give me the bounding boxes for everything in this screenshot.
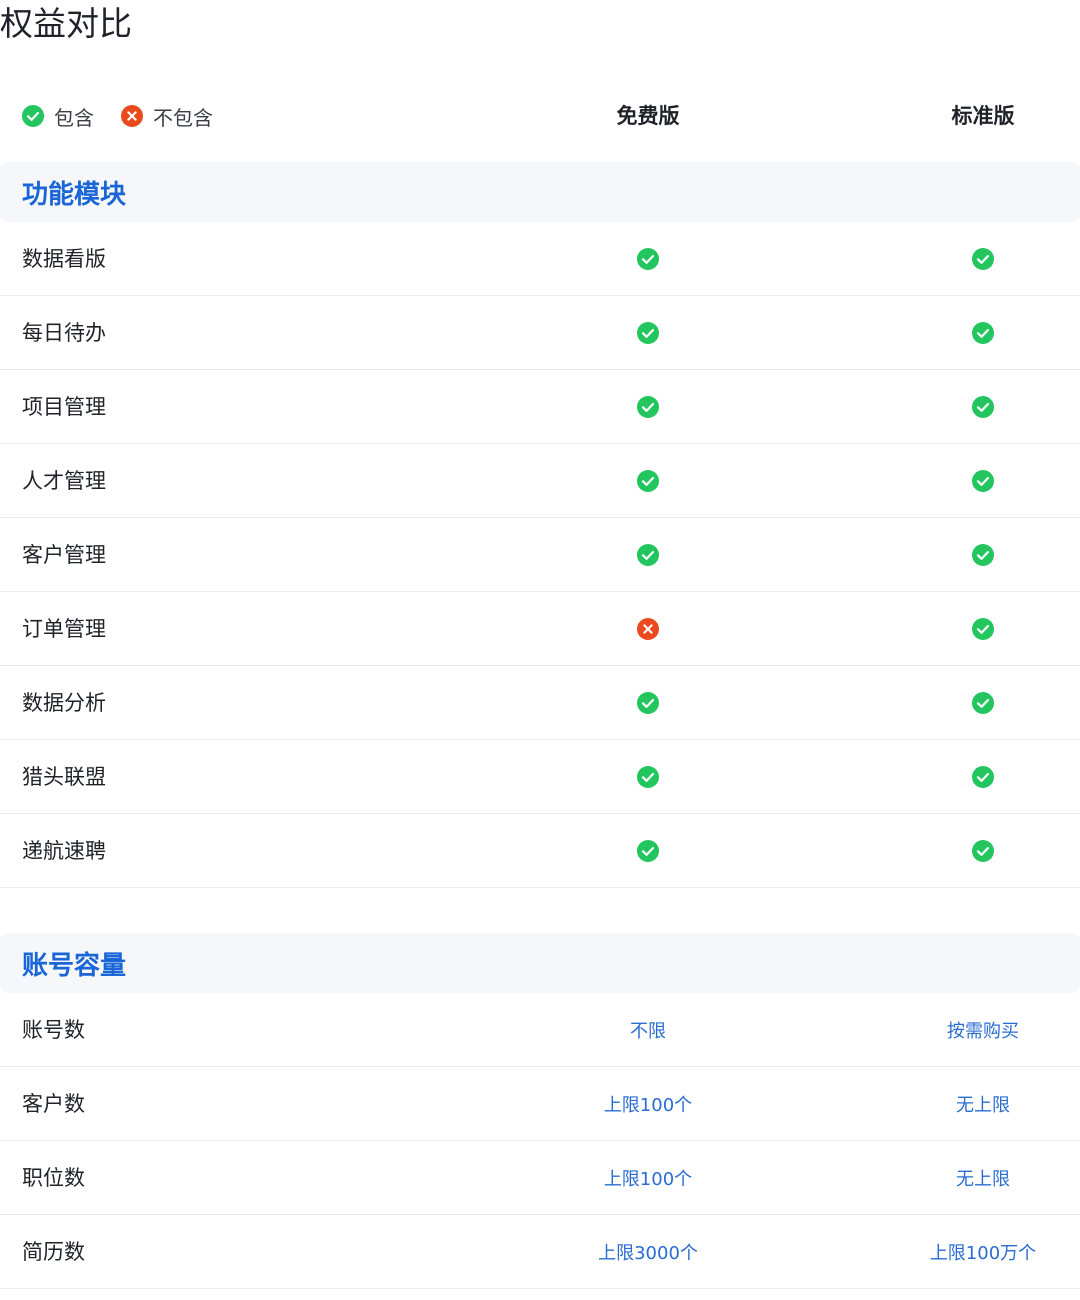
row-label: 简历数	[22, 1240, 85, 1264]
table-row: 猎头联盟	[0, 740, 1080, 814]
section-title: 账号容量	[22, 950, 127, 981]
cell-free: 不限	[528, 993, 768, 1067]
table-row: 每日待办	[0, 296, 1080, 370]
row-label: 账号数	[22, 1018, 85, 1042]
cell-free	[528, 740, 768, 814]
table-row: 项目管理	[0, 370, 1080, 444]
cell-free	[528, 370, 768, 444]
check-circle-icon	[637, 840, 659, 862]
table-row: 递航速聘	[0, 814, 1080, 888]
cell-standard: 上限100万个	[863, 1215, 1080, 1289]
row-label: 客户管理	[22, 543, 106, 567]
check-circle-icon	[637, 248, 659, 270]
cell-value: 按需购买	[947, 1021, 1019, 1042]
feature-rows: 数据看版每日待办项目管理人才管理客户管理订单管理数据分析猎头联盟递航速聘	[0, 222, 1080, 888]
table-row: 职位数 上限100个 无上限	[0, 1141, 1080, 1215]
table-row: 简历数 上限3000个 上限100万个	[0, 1215, 1080, 1289]
cell-standard	[863, 444, 1080, 518]
check-circle-icon	[972, 396, 994, 418]
row-label: 客户数	[22, 1092, 85, 1116]
cell-free: 上限100个	[528, 1067, 768, 1141]
cell-value: 上限3000个	[598, 1243, 698, 1264]
row-label: 项目管理	[22, 395, 106, 419]
check-circle-icon	[972, 322, 994, 344]
column-header-free: 免费版	[616, 104, 680, 128]
cell-standard	[863, 296, 1080, 370]
row-label: 人才管理	[22, 469, 106, 493]
cell-standard	[863, 740, 1080, 814]
check-circle-icon	[972, 248, 994, 270]
section-header: 账号容量	[0, 933, 1080, 993]
check-circle-icon	[972, 470, 994, 492]
check-circle-icon	[22, 105, 44, 127]
row-label: 递航速聘	[22, 839, 106, 863]
table-row: 账号数 不限 按需购买	[0, 993, 1080, 1067]
cell-standard	[863, 592, 1080, 666]
cell-standard	[863, 370, 1080, 444]
table-row: 客户数 上限100个 无上限	[0, 1067, 1080, 1141]
cell-value: 不限	[630, 1021, 666, 1042]
row-label: 数据看版	[22, 247, 106, 271]
capacity-rows: 账号数 不限 按需购买 客户数 上限100个 无上限 职位数 上限100个 无上限 简历数 上限30…	[0, 993, 1080, 1289]
cell-value: 无上限	[956, 1095, 1010, 1116]
cross-circle-icon	[121, 105, 143, 127]
legend-included-label: 包含	[54, 105, 94, 130]
check-circle-icon	[637, 692, 659, 714]
check-circle-icon	[637, 396, 659, 418]
row-label: 每日待办	[22, 321, 106, 345]
section-header: 功能模块	[0, 162, 1080, 222]
table-row: 数据看版	[0, 222, 1080, 296]
row-label: 职位数	[22, 1166, 85, 1190]
cell-value: 上限100个	[603, 1095, 693, 1116]
row-label: 订单管理	[22, 617, 106, 641]
cell-free	[528, 222, 768, 296]
cell-standard: 无上限	[863, 1067, 1080, 1141]
cell-free	[528, 444, 768, 518]
check-circle-icon	[972, 840, 994, 862]
check-circle-icon	[972, 618, 994, 640]
cell-standard	[863, 518, 1080, 592]
cross-circle-icon	[637, 618, 659, 640]
check-circle-icon	[637, 544, 659, 566]
check-circle-icon	[972, 766, 994, 788]
table-row: 人才管理	[0, 444, 1080, 518]
cell-standard: 按需购买	[863, 993, 1080, 1067]
check-circle-icon	[637, 470, 659, 492]
section-capacity: 账号容量 账号数 不限 按需购买 客户数 上限100个 无上限 职位数 上限100个 无上限 简历…	[0, 933, 1080, 1289]
cell-standard	[863, 666, 1080, 740]
cell-free	[528, 592, 768, 666]
row-label: 猎头联盟	[22, 765, 106, 789]
section-title: 功能模块	[22, 179, 127, 210]
cell-free	[528, 666, 768, 740]
cell-value: 上限100个	[603, 1169, 693, 1190]
check-circle-icon	[972, 692, 994, 714]
row-label: 数据分析	[22, 691, 106, 715]
cell-free: 上限100个	[528, 1141, 768, 1215]
page-title: 权益对比	[0, 4, 132, 43]
table-row: 数据分析	[0, 666, 1080, 740]
cell-standard	[863, 222, 1080, 296]
legend-excluded-label: 不包含	[153, 105, 213, 130]
cell-free	[528, 518, 768, 592]
cell-free	[528, 814, 768, 888]
cell-value: 无上限	[956, 1169, 1010, 1190]
legend-included: 包含	[22, 86, 94, 146]
table-row: 客户管理	[0, 518, 1080, 592]
table-row: 订单管理	[0, 592, 1080, 666]
legend-row: 包含 不包含 免费版 标准版	[0, 86, 1080, 146]
check-circle-icon	[972, 544, 994, 566]
legend-excluded: 不包含	[121, 86, 213, 146]
cell-standard	[863, 814, 1080, 888]
cell-free: 上限3000个	[528, 1215, 768, 1289]
column-header-standard: 标准版	[951, 104, 1015, 128]
check-circle-icon	[637, 766, 659, 788]
check-circle-icon	[637, 322, 659, 344]
section-features: 功能模块 数据看版每日待办项目管理人才管理客户管理订单管理数据分析猎头联盟递航速…	[0, 162, 1080, 888]
cell-standard: 无上限	[863, 1141, 1080, 1215]
cell-free	[528, 296, 768, 370]
cell-value: 上限100万个	[929, 1243, 1037, 1264]
